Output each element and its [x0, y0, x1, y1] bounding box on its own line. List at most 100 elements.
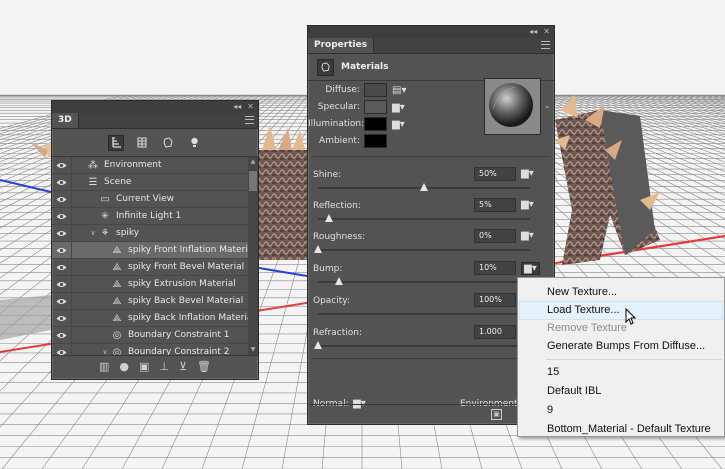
3d-layer-scrollbar[interactable]: ▲ ▼ [248, 157, 258, 355]
visibility-eye-icon[interactable] [52, 258, 72, 276]
menu-item[interactable]: Generate Bumps From Diffuse... [519, 337, 723, 356]
trash-icon[interactable]: 🗑 [197, 360, 211, 373]
layer-row[interactable]: ⟁ spiky Back Inflation Material [52, 309, 258, 327]
panel-menu-icon[interactable] [541, 41, 550, 49]
material-icon: ⟁ [112, 278, 122, 290]
visibility-eye-icon[interactable] [52, 275, 72, 293]
visibility-eye-icon[interactable] [52, 207, 72, 225]
slider-track[interactable] [318, 309, 534, 317]
panel-menu-icon[interactable] [245, 116, 254, 124]
color-swatch[interactable] [364, 117, 387, 131]
slider-track[interactable] [314, 341, 530, 349]
folder-icon[interactable]: ▆▾ [521, 199, 534, 210]
folder-icon[interactable]: ▆▾ [392, 100, 406, 114]
color-swatch[interactable] [364, 134, 387, 148]
layer-row[interactable]: ⟁ spiky Back Bevel Material [52, 292, 258, 310]
visibility-eye-icon[interactable] [52, 309, 72, 327]
menu-item[interactable]: 15 [519, 363, 723, 382]
move-icon[interactable]: ⊻ [179, 360, 187, 373]
material-icon: ⟁ [112, 244, 122, 256]
folder-icon[interactable]: ▆▾ [521, 168, 534, 179]
layer-row[interactable]: ◎ Boundary Constraint 1 [52, 326, 258, 344]
layer-label: spiky Back Inflation Material [128, 312, 255, 323]
visibility-eye-icon[interactable] [52, 190, 72, 208]
menu-item[interactable]: New Texture... [519, 283, 723, 302]
slider-thumb[interactable] [314, 341, 322, 349]
slider-thumb[interactable] [324, 214, 333, 222]
slider-value-field[interactable]: 10% [474, 261, 516, 275]
constraint-icon: ◎ [112, 329, 122, 341]
whole-scene-icon[interactable] [108, 134, 124, 151]
slider-label: Roughness: [313, 232, 366, 242]
color-swatch[interactable] [364, 100, 387, 114]
color-row: Diffuse: ▤▾ [308, 83, 406, 97]
slider-thumb[interactable] [335, 277, 344, 285]
visibility-eye-icon[interactable] [52, 292, 72, 310]
slider-value-field[interactable]: 100% [474, 293, 516, 307]
expand-chevron-icon[interactable]: ∨ [100, 344, 110, 356]
3d-layer-list[interactable]: ⁂ Environment ☰ Scene ▭ Current View ✳ Infinite… [52, 157, 258, 355]
layer-row[interactable]: ∨ ◎ Boundary Constraint 2 [52, 343, 258, 356]
visibility-eye-icon[interactable] [52, 224, 72, 242]
layer-label: Boundary Constraint 1 [128, 329, 230, 340]
folder-icon[interactable]: ▆▾ [392, 117, 406, 131]
layer-label: Boundary Constraint 2 [128, 346, 230, 356]
slider-value-field[interactable]: 0% [474, 229, 516, 243]
scroll-thumb[interactable] [249, 171, 257, 191]
slider-track[interactable] [318, 183, 530, 191]
visibility-eye-icon[interactable] [52, 241, 72, 259]
material-icon: ⟁ [112, 295, 122, 307]
materials-icon[interactable] [317, 58, 334, 76]
add-light-icon[interactable]: ● [119, 360, 129, 373]
close-icon[interactable]: ✕ [543, 28, 550, 36]
menu-item[interactable]: Load Texture... [519, 301, 723, 320]
layer-row[interactable]: ⟁ spiky Front Bevel Material [52, 258, 258, 276]
menu-item[interactable]: Bottom_Material - Default Texture [519, 420, 723, 439]
tab-3d[interactable]: 3D [52, 113, 79, 128]
3d-filter-toolbar [52, 129, 258, 157]
slider-track[interactable] [318, 214, 530, 222]
visibility-eye-icon[interactable] [52, 173, 72, 191]
layer-row[interactable]: ⟁ spiky Extrusion Material [52, 275, 258, 293]
meshes-icon[interactable] [134, 135, 150, 151]
delete-scene-icon[interactable]: ▥ [99, 360, 109, 373]
render-icon[interactable]: ▣ [139, 360, 149, 373]
tab-properties[interactable]: Properties [308, 38, 375, 53]
scroll-down-icon[interactable]: ▼ [248, 345, 258, 355]
menu-item[interactable]: 9 [519, 401, 723, 420]
folder-icon[interactable]: ▆▾ [521, 262, 540, 275]
slider-value-field[interactable]: 50% [474, 167, 516, 181]
slider-value-field[interactable]: 5% [474, 198, 516, 212]
layer-row[interactable]: ⟁ spiky Front Inflation Material [52, 241, 258, 259]
material-preview[interactable] [484, 78, 541, 135]
visibility-eye-icon[interactable] [52, 326, 72, 344]
folder-icon[interactable]: ▆▾ [521, 230, 534, 241]
slider-value-field[interactable]: 1.000 [474, 325, 516, 339]
texture-edit-icon[interactable]: ▤▾ [392, 83, 406, 97]
color-swatch[interactable] [364, 83, 387, 97]
slider-thumb[interactable] [420, 183, 428, 191]
visibility-eye-icon[interactable] [52, 343, 72, 355]
expand-chevron-icon[interactable]: ∨ [88, 225, 98, 242]
slider-track[interactable] [318, 277, 530, 285]
materials-icon[interactable] [160, 135, 176, 151]
close-icon[interactable]: ✕ [247, 103, 254, 111]
layer-label: spiky Front Bevel Material [128, 261, 245, 272]
lights-icon[interactable] [186, 135, 202, 151]
slider-thumb[interactable] [314, 245, 322, 253]
layer-row[interactable]: ☰ Scene [52, 173, 258, 191]
menu-item[interactable]: Default IBL [519, 382, 723, 401]
load-selection-icon[interactable]: ▣ [491, 409, 502, 420]
slider-track[interactable] [314, 245, 530, 253]
layer-row[interactable]: ∨ ⚘ spiky [52, 224, 258, 242]
export-icon[interactable]: ⊥ [159, 360, 169, 373]
visibility-eye-icon[interactable] [52, 157, 72, 174]
layer-row[interactable]: ⁂ Environment [52, 157, 258, 174]
layer-row[interactable]: ✳ Infinite Light 1 [52, 207, 258, 225]
section-title: Materials [341, 62, 389, 72]
collapse-icon[interactable]: ◂◂ [233, 103, 241, 111]
chevron-down-icon[interactable]: ⌄ [544, 101, 551, 110]
layer-row[interactable]: ▭ Current View [52, 190, 258, 208]
scroll-up-icon[interactable]: ▲ [248, 157, 258, 167]
collapse-icon[interactable]: ◂◂ [529, 28, 537, 36]
